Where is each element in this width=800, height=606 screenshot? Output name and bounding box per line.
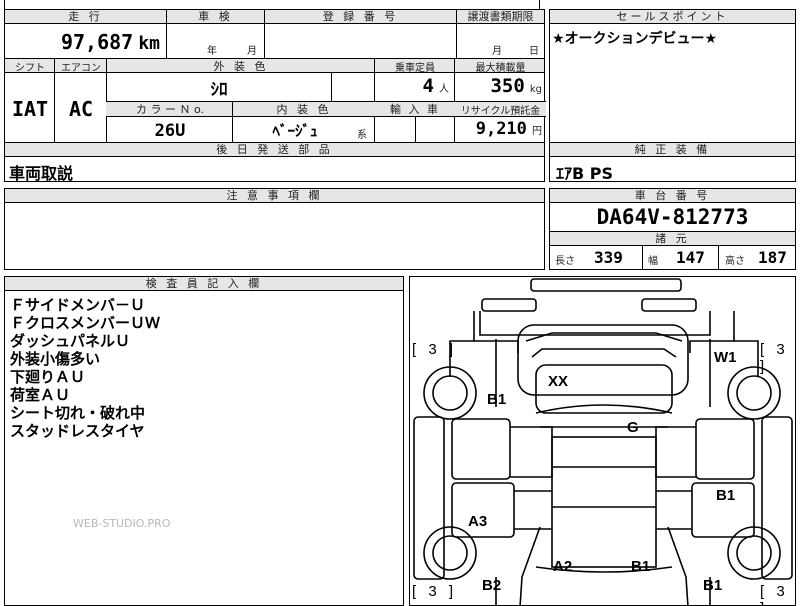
delivery-parts-value: 車両取説 <box>9 164 74 183</box>
chassis-number: DA64V-812773 <box>550 203 795 232</box>
height-value: 187 <box>758 248 787 267</box>
chassis-panel: 車 台 番 号 DA64V-812773 諸 元 長さ 339 幅 147 高さ… <box>549 188 796 270</box>
inspection-cell: 車 検 年 月 <box>166 9 265 59</box>
tire-mark-rear-left: [ 3 ] <box>412 583 458 600</box>
recycle-value-wrap: 9,210 円 <box>455 119 546 144</box>
spec-header: 諸 元 <box>550 232 795 246</box>
capacity-value: 4 <box>422 75 434 97</box>
top-row: 走 行 97,687 km 車 検 年 月 登 録 番 号 譲渡書類期限 月 日 <box>4 9 545 59</box>
note-line: 下廻りＡＵ <box>10 368 86 386</box>
tire-mark-front-right: [ 3 ] <box>760 341 789 375</box>
delivery-parts-header: 後 日 発 送 部 品 <box>5 143 544 157</box>
damage-code-a3: A3 <box>468 513 488 530</box>
length-value: 339 <box>594 248 623 267</box>
transfer-header: 譲渡書類期限 <box>457 10 544 24</box>
damage-code-b1-rear-center: B1 <box>631 558 651 575</box>
damage-code-b1-left-front: B1 <box>487 391 507 408</box>
dimensions-row: 長さ 339 幅 147 高さ 187 <box>550 246 795 270</box>
recycle-value: 9,210 <box>475 119 527 139</box>
width-value: 147 <box>676 248 705 267</box>
note-line: ダッシュパネルＵ <box>10 332 131 350</box>
equipment-panel: 純 正 装 備 ｴｱB PS <box>549 142 796 183</box>
vehicle-diagram-panel: [ 3 ] [ 3 ] [ 3 ] [ 3 ] XX W1 B1 G B1 A3… <box>409 276 796 606</box>
exterior-header: 外 装 色 <box>213 60 269 73</box>
registration-header: 登 録 番 号 <box>265 10 456 24</box>
mileage-cell: 走 行 97,687 km <box>4 9 167 59</box>
inspector-header: 検 査 員 記 入 欄 <box>5 277 403 291</box>
inspection-month: 月 <box>247 46 257 57</box>
note-line: スタッドレスタイヤ <box>10 422 145 440</box>
load-value: 350 <box>490 75 525 97</box>
transfer-month: 月 <box>492 46 502 57</box>
damage-code-w1: W1 <box>714 349 737 366</box>
note-line: 外装小傷多い <box>10 350 101 368</box>
damage-code-b1-right-rear: B1 <box>703 577 723 594</box>
width-label: 幅 <box>648 256 658 267</box>
color-no-value: 26U <box>154 120 186 141</box>
load-header: 最大積載量 <box>475 62 526 74</box>
transfer-cell: 譲渡書類期限 月 日 <box>456 9 545 59</box>
note-line: 荷室ＡＵ <box>10 386 71 404</box>
transfer-day: 日 <box>529 46 539 57</box>
damage-code-xx: XX <box>548 373 569 390</box>
damage-code-b1-right-mid: B1 <box>716 487 736 504</box>
caution-panel: 注 意 事 項 欄 <box>4 188 545 270</box>
ac-value: AC <box>68 96 94 121</box>
load-unit: kg <box>529 84 542 95</box>
sales-point-panel: セールスポイント ★オークションデビュー★ <box>549 9 796 143</box>
equipment-value: ｴｱB PS <box>556 164 614 183</box>
tire-mark-front-left: [ 3 ] <box>412 341 458 358</box>
note-line: Ｆサイドメンバ－Ｕ <box>10 296 146 314</box>
load-value-wrap: 350 kg <box>455 75 546 103</box>
damage-code-b2: B2 <box>482 577 502 594</box>
note-line: ＦクロスメンバーＵＷ <box>10 314 161 332</box>
length-label: 長さ <box>555 256 575 267</box>
recycle-unit: 円 <box>532 126 542 137</box>
recycle-header: リサイクル預託金 <box>460 105 541 117</box>
inspection-year: 年 <box>207 46 217 57</box>
capacity-value-wrap: 4 人 <box>375 75 455 103</box>
ac-header: エアコン <box>61 62 101 74</box>
note-line: シート切れ・破れ中 <box>10 404 146 422</box>
interior-suffix: 系 <box>357 130 367 141</box>
watermark: WEB-STUDIO.PRO <box>73 517 171 530</box>
spec-table: シフト エアコン 外 装 色 乗車定員 最大積載量 IAT AC ｼﾛ 4 人 … <box>4 58 546 144</box>
caution-header: 注 意 事 項 欄 <box>5 189 544 203</box>
damage-code-a2: A2 <box>553 558 573 575</box>
mileage-value-wrap: 97,687 km <box>61 30 160 54</box>
shift-value: IAT <box>11 96 49 121</box>
mileage-unit: km <box>138 33 160 54</box>
inspection-header: 車 検 <box>167 10 264 24</box>
sales-point-text: ★オークションデビュー★ <box>552 31 718 47</box>
vehicle-outline <box>413 278 793 605</box>
capacity-header: 乗車定員 <box>395 62 435 74</box>
top-edge-cell <box>4 0 540 9</box>
registration-cell: 登 録 番 号 <box>264 9 457 59</box>
delivery-parts-panel: 後 日 発 送 部 品 車両取説 <box>4 142 545 183</box>
capacity-unit: 人 <box>439 84 449 95</box>
inspector-panel: 検 査 員 記 入 欄 Ｆサイドメンバ－Ｕ ＦクロスメンバーＵＷ ダッシュパネル… <box>4 276 404 606</box>
import-header: 輸 入 車 <box>390 103 440 116</box>
interior-value: ﾍﾞｰｼﾞｭ <box>272 122 318 140</box>
shift-header: シフト <box>15 62 45 74</box>
interior-header: 内 装 色 <box>276 103 332 116</box>
equipment-header: 純 正 装 備 <box>550 143 795 157</box>
mileage-header: 走 行 <box>5 10 166 24</box>
color-no-header: カ ラ ー Ｎ o. <box>135 103 205 116</box>
mileage-value: 97,687 <box>60 30 134 54</box>
tire-mark-rear-right: [ 3 ] <box>760 583 789 605</box>
damage-code-g: G <box>627 419 639 436</box>
inspector-notes: Ｆサイドメンバ－Ｕ ＦクロスメンバーＵＷ ダッシュパネルＵ 外装小傷多い 下廻り… <box>5 291 403 445</box>
chassis-header: 車 台 番 号 <box>550 189 795 203</box>
exterior-value: ｼﾛ <box>210 80 228 100</box>
height-label: 高さ <box>725 256 745 267</box>
sales-point-header: セールスポイント <box>550 10 795 24</box>
